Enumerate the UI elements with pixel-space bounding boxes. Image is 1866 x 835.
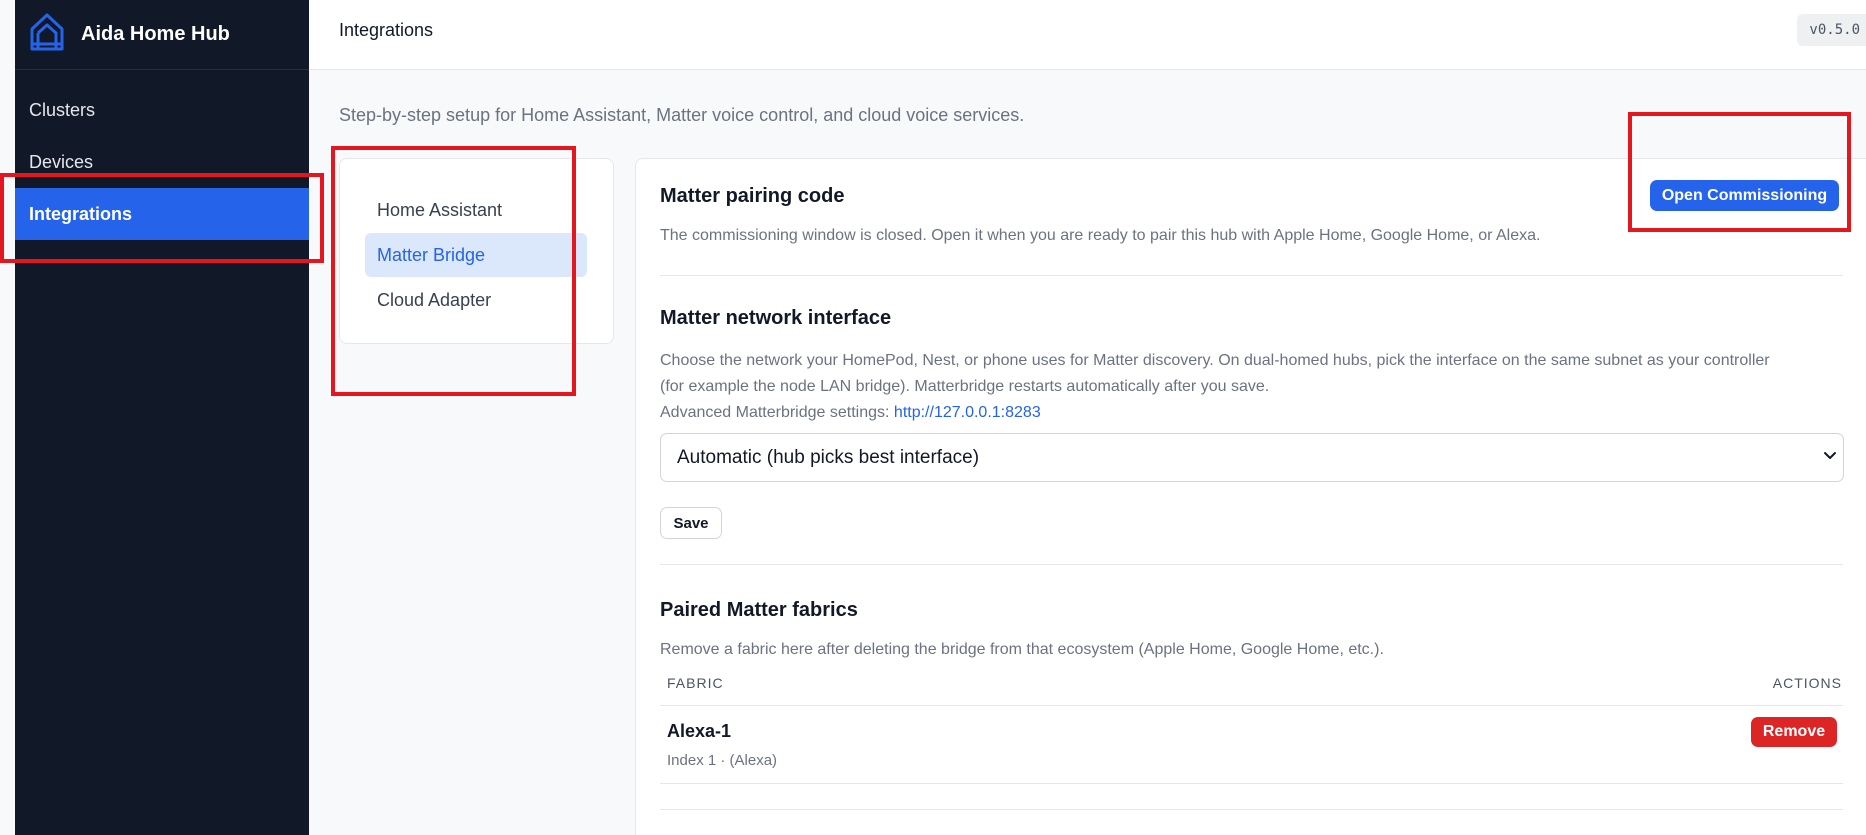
app-title: Aida Home Hub (81, 23, 230, 45)
open-commissioning-button[interactable]: Open Commissioning (1650, 180, 1839, 211)
advanced-settings-link[interactable]: http://127.0.0.1:8283 (894, 404, 1041, 421)
fabrics-section-title: Paired Matter fabrics (660, 599, 858, 621)
divider (660, 275, 1843, 276)
advanced-settings-row: Advanced Matterbridge settings: http://1… (660, 400, 1041, 426)
column-header-fabric: FABRIC (667, 675, 724, 691)
table-row-divider (660, 783, 1843, 784)
pairing-description: The commissioning window is closed. Open… (660, 227, 1541, 244)
sidebar-nav: Clusters Devices Integrations (15, 84, 309, 240)
sidebar-item-integrations[interactable]: Integrations (15, 188, 309, 240)
home-logo-icon (29, 12, 65, 57)
pairing-section-title: Matter pairing code (660, 185, 845, 207)
top-header: Integrations v0.5.0 (309, 0, 1866, 70)
table-header-divider (660, 705, 1843, 706)
subnav-item-home-assistant[interactable]: Home Assistant (365, 188, 587, 232)
save-button[interactable]: Save (660, 507, 722, 539)
network-section-title: Matter network interface (660, 307, 892, 329)
remove-fabric-button[interactable]: Remove (1751, 717, 1837, 747)
version-badge: v0.5.0 (1797, 14, 1866, 46)
divider (660, 809, 1843, 810)
fabrics-description: Remove a fabric here after deleting the … (660, 641, 1384, 658)
fabric-meta: Index 1 · (Alexa) (667, 752, 778, 769)
subnav-item-cloud-adapter[interactable]: Cloud Adapter (365, 278, 587, 322)
column-header-actions: ACTIONS (1772, 675, 1842, 691)
chevron-down-icon (1821, 446, 1839, 470)
network-description-line-2: (for example the node LAN bridge). Matte… (660, 378, 1270, 395)
subnav-item-matter-bridge[interactable]: Matter Bridge (365, 233, 587, 277)
sidebar-item-clusters[interactable]: Clusters (15, 84, 309, 136)
network-interface-select[interactable]: Automatic (hub picks best interface) (660, 433, 1844, 482)
page-subtitle: Step-by-step setup for Home Assistant, M… (339, 105, 1025, 125)
integration-subnav: Home Assistant Matter Bridge Cloud Adapt… (339, 158, 614, 344)
matter-bridge-panel: Matter pairing code Open Commissioning T… (635, 158, 1866, 835)
network-interface-select-value: Automatic (hub picks best interface) (677, 446, 980, 468)
page-title: Integrations (339, 20, 434, 40)
divider (660, 564, 1843, 565)
sidebar-item-devices[interactable]: Devices (15, 136, 309, 188)
advanced-settings-label: Advanced Matterbridge settings: (660, 404, 890, 421)
sidebar: Aida Home Hub Clusters Devices Integrati… (15, 0, 309, 835)
network-description-line-1: Choose the network your HomePod, Nest, o… (660, 352, 1770, 369)
brand[interactable]: Aida Home Hub (15, 0, 309, 70)
fabric-name: Alexa-1 (667, 721, 732, 741)
